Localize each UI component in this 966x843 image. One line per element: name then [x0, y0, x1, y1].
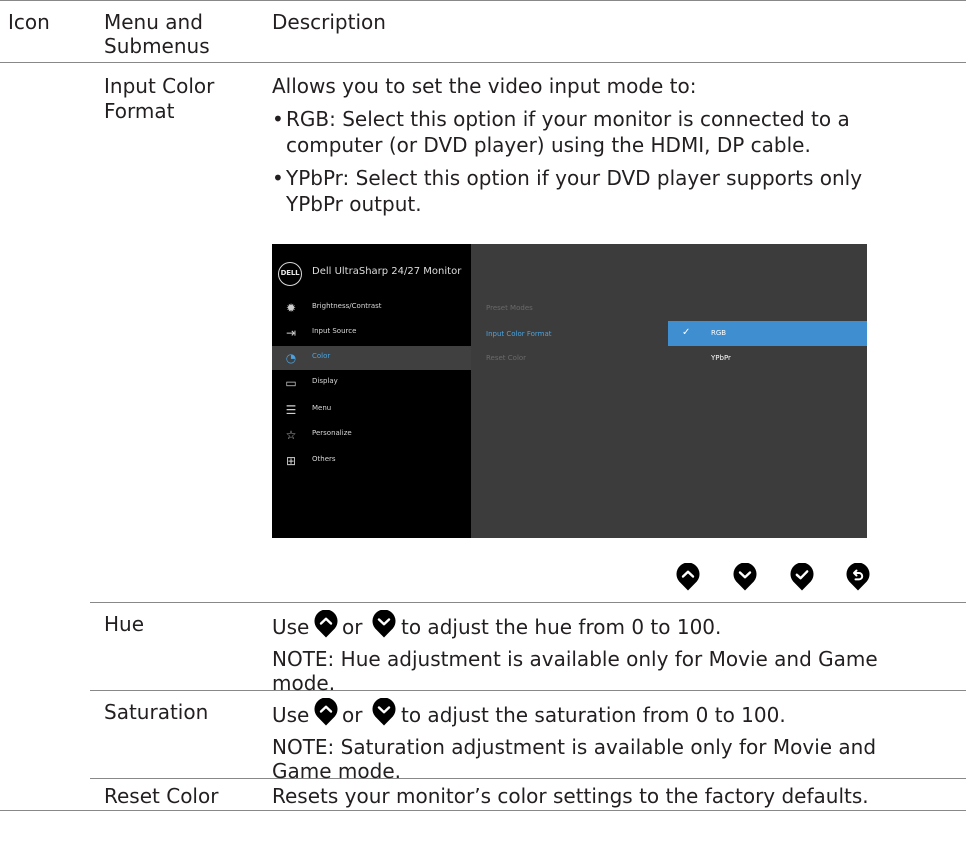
hue-description: to adjust the hue from 0 to 100. — [401, 615, 722, 639]
down-button[interactable] — [733, 563, 757, 591]
down-icon — [733, 563, 757, 591]
star-icon: ☆ — [285, 428, 297, 442]
osd-menu-display[interactable]: ▭ Display — [272, 371, 471, 395]
osd-menu-menu[interactable]: ☰ Menu — [272, 398, 471, 422]
up-icon — [314, 698, 338, 726]
menu-list-icon: ☰ — [285, 403, 297, 417]
osd-menu-brightness-contrast[interactable]: ✹ Brightness/Contrast — [272, 296, 471, 320]
saturation-label: Saturation — [104, 700, 209, 724]
reset-color-label: Reset Color — [104, 784, 219, 808]
back-button[interactable] — [846, 563, 870, 591]
osd-submenu-reset-color[interactable]: Reset Color — [486, 354, 526, 362]
saturation-or: or — [342, 703, 363, 727]
osd-menu-others[interactable]: ⊞ Others — [272, 449, 471, 473]
osd-main-menu-panel: DELL Dell UltraSharp 24/27 Monitor ✹ Bri… — [272, 244, 471, 538]
saturation-note-line1: NOTE: Saturation adjustment is available… — [272, 735, 877, 759]
osd-option-rgb[interactable]: ✓ RGB — [668, 321, 867, 346]
up-icon — [314, 610, 338, 638]
header-icon: Icon — [8, 10, 50, 34]
ok-button[interactable] — [790, 563, 814, 591]
others-icon: ⊞ — [285, 454, 297, 468]
header-divider — [0, 62, 966, 63]
osd-option-label: RGB — [711, 329, 727, 337]
osd-menu-label: Display — [312, 377, 338, 385]
header-menu-line1: Menu and — [104, 10, 203, 34]
up-button — [314, 610, 338, 638]
up-button — [314, 698, 338, 726]
bullet-ypbpr: • YPbPr: Select this option if your DVD … — [272, 165, 892, 217]
osd-title: Dell UltraSharp 24/27 Monitor — [312, 266, 462, 277]
reset-color-description: Resets your monitor’s color settings to … — [272, 784, 869, 808]
dell-logo: DELL — [278, 262, 302, 286]
osd-menu-input-source[interactable]: ⇥ Input Source — [272, 321, 471, 345]
osd-menu-label: Input Source — [312, 327, 357, 335]
hue-label: Hue — [104, 612, 145, 636]
table-bottom-border — [0, 810, 966, 811]
osd-submenu-input-color-format[interactable]: Input Color Format — [486, 330, 552, 338]
table-top-border — [0, 0, 966, 1]
display-icon: ▭ — [285, 376, 297, 390]
osd-menu-label: Brightness/Contrast — [312, 302, 382, 310]
back-icon — [846, 563, 870, 591]
osd-menu-label: Color — [312, 352, 331, 360]
input-color-format-label-line2: Format — [104, 99, 175, 123]
down-button — [372, 610, 396, 638]
header-description: Description — [272, 10, 386, 34]
osd-menu-personalize[interactable]: ☆ Personalize — [272, 423, 471, 447]
saturation-note-line2: Game mode. — [272, 759, 401, 783]
osd-submenu-panel — [471, 244, 867, 538]
input-source-icon: ⇥ — [285, 326, 297, 340]
hue-or: or — [342, 615, 363, 639]
saturation-use: Use — [272, 703, 310, 727]
bullet-rgb-line2: computer (or DVD player) using the HDMI,… — [286, 133, 811, 157]
hue-note-line2: mode. — [272, 671, 336, 695]
osd-submenu-preset-modes[interactable]: Preset Modes — [486, 304, 533, 312]
saturation-description: to adjust the saturation from 0 to 100. — [401, 703, 786, 727]
down-icon — [372, 698, 396, 726]
row-divider-hue — [90, 602, 966, 603]
osd-menu-label: Personalize — [312, 429, 352, 437]
down-icon — [372, 610, 396, 638]
bullet-rgb: • RGB: Select this option if your monito… — [272, 106, 892, 158]
sun-icon: ✹ — [285, 301, 297, 315]
bullet-rgb-line1: RGB: Select this option if your monitor … — [286, 107, 850, 131]
hue-note-line1: NOTE: Hue adjustment is available only f… — [272, 647, 878, 671]
input-color-format-label-line1: Input Color — [104, 74, 215, 98]
header-menu-line2: Submenus — [104, 34, 210, 58]
up-icon — [676, 563, 700, 591]
check-icon — [790, 563, 814, 591]
input-color-format-intro: Allows you to set the video input mode t… — [272, 74, 697, 98]
palette-icon: ◔ — [285, 351, 297, 365]
bullet-dot: • — [272, 166, 284, 190]
down-button — [372, 698, 396, 726]
row-divider-saturation — [90, 690, 966, 691]
osd-menu-label: Others — [312, 455, 336, 463]
osd-menu-color[interactable]: ◔ Color — [272, 346, 471, 370]
check-icon: ✓ — [682, 327, 691, 338]
row-divider-reset — [90, 778, 966, 779]
osd-screenshot: DELL Dell UltraSharp 24/27 Monitor ✹ Bri… — [272, 244, 867, 538]
osd-option-label: YPbPr — [711, 354, 731, 362]
hue-use: Use — [272, 615, 310, 639]
bullet-ypbpr-line1: YPbPr: Select this option if your DVD pl… — [286, 166, 863, 190]
bullet-dot: • — [272, 107, 284, 131]
bullet-ypbpr-line2: YPbPr output. — [286, 192, 422, 216]
osd-menu-label: Menu — [312, 404, 332, 412]
up-button[interactable] — [676, 563, 700, 591]
osd-option-ypbpr[interactable]: YPbPr — [668, 346, 867, 371]
